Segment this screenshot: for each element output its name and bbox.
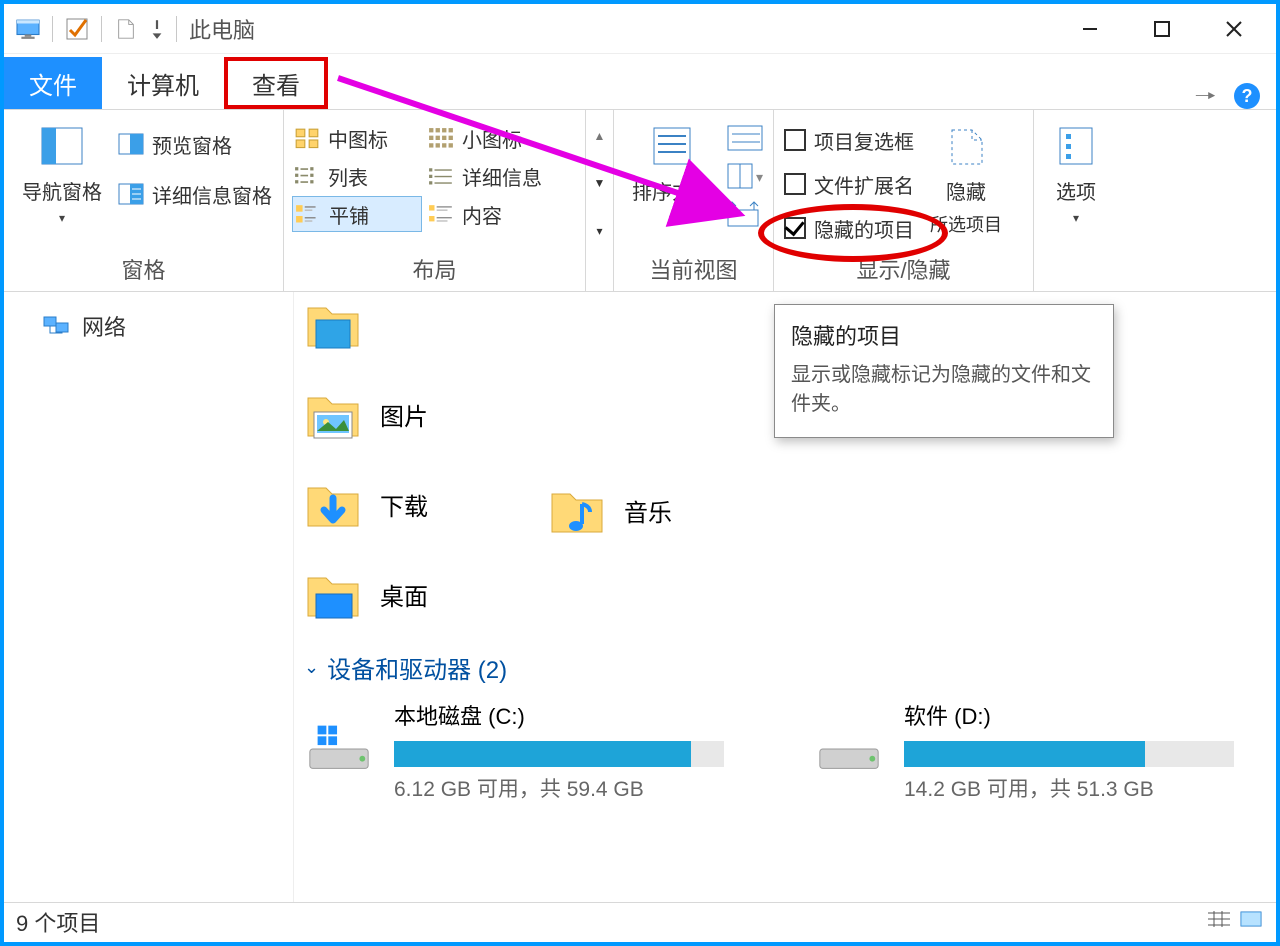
file-extensions-toggle[interactable]: 文件扩展名 (782, 166, 916, 202)
drive-details: 14.2 GB 可用，共 51.3 GB (904, 773, 1234, 803)
pin-ribbon-icon[interactable] (1194, 87, 1216, 105)
preview-pane-label: 预览窗格 (152, 130, 232, 159)
layout-tiles[interactable]: 平铺 (292, 196, 422, 232)
minimize-button[interactable] (1054, 8, 1126, 50)
svg-text:▾: ▾ (756, 169, 763, 185)
folder-item-desktop[interactable]: 桌面 (304, 566, 428, 622)
sort-by-button[interactable]: 排序方式 ▾ (622, 118, 722, 229)
folder-item-pictures[interactable]: 图片 (304, 386, 428, 442)
drive-item-c[interactable]: 本地磁盘 (C:) 6.12 GB 可用，共 59.4 GB (304, 699, 724, 803)
layout-scroll-more-icon[interactable]: ▾ (596, 224, 602, 238)
tab-file[interactable]: 文件 (4, 57, 102, 109)
qat-file-icon[interactable] (112, 18, 140, 40)
maximize-button[interactable] (1126, 8, 1198, 50)
drive-name: 本地磁盘 (C:) (394, 699, 724, 731)
chevron-down-icon: ▾ (669, 211, 675, 225)
preview-pane-button[interactable]: 预览窗格 (116, 126, 234, 162)
add-columns-icon[interactable]: ▾ (726, 162, 764, 190)
status-bar: 9 个项目 (4, 902, 1276, 940)
size-columns-icon[interactable] (726, 200, 764, 228)
hide-selected-button[interactable]: 隐藏 所选项目 (920, 118, 1012, 247)
tooltip-title: 隐藏的项目 (791, 319, 1097, 351)
nav-pane-label: 导航窗格 (22, 176, 102, 205)
help-button[interactable]: ? (1234, 83, 1260, 109)
group-layout-label: 布局 (292, 247, 577, 287)
folder-item-music[interactable]: 音乐 (548, 482, 672, 538)
drive-usage-bar (904, 741, 1234, 767)
layout-medium-icons[interactable]: 中图标 (292, 120, 422, 156)
tab-view[interactable]: 查看 (224, 57, 328, 109)
qat-checkbox-icon[interactable] (63, 18, 91, 40)
options-button[interactable]: 选项 ▾ (1042, 118, 1110, 253)
view-large-icons-icon[interactable] (1238, 909, 1264, 935)
qat-dropdown-icon[interactable] (148, 18, 166, 40)
sidebar-item-label: 网络 (82, 310, 126, 342)
folder-item-downloads[interactable]: 下载 (304, 476, 428, 532)
layout-scroll-up-icon[interactable]: ▲ (594, 129, 606, 143)
title-bar: 此电脑 (4, 4, 1276, 54)
tab-computer[interactable]: 计算机 (102, 57, 224, 109)
network-icon (42, 315, 70, 337)
sort-by-label: 排序方式 (632, 176, 712, 205)
nav-pane-button[interactable]: 导航窗格 ▾ (12, 118, 112, 247)
details-pane-label: 详细信息窗格 (152, 180, 272, 209)
status-item-count: 9 个项目 (16, 906, 100, 938)
tooltip-body: 显示或隐藏标记为隐藏的文件和文件夹。 (791, 361, 1097, 419)
layout-scroll-down-icon[interactable]: ▼ (594, 176, 606, 190)
tooltip: 隐藏的项目 显示或隐藏标记为隐藏的文件和文件夹。 (774, 304, 1114, 438)
chevron-down-icon: ▾ (1073, 211, 1079, 225)
group-header-devices[interactable]: ⌄ 设备和驱动器 (2) (304, 650, 1266, 685)
sidebar-item-network[interactable]: 网络 (8, 304, 289, 348)
item-checkboxes-toggle[interactable]: 项目复选框 (782, 122, 916, 158)
details-pane-button[interactable]: 详细信息窗格 (116, 176, 274, 212)
chevron-down-icon: ⌄ (304, 657, 319, 678)
drive-icon (304, 719, 374, 777)
group-panes-label: 窗格 (12, 247, 275, 287)
layout-small-icons[interactable]: 小图标 (426, 120, 566, 156)
drive-usage-bar (394, 741, 724, 767)
close-button[interactable] (1198, 8, 1270, 50)
drive-icon (814, 719, 884, 777)
group-current-view-label: 当前视图 (622, 247, 765, 287)
layout-list[interactable]: 列表 (292, 158, 422, 194)
window-title: 此电脑 (189, 13, 255, 45)
navigation-sidebar: 网络 (4, 292, 294, 902)
group-by-icon[interactable] (726, 124, 764, 152)
hidden-items-toggle[interactable]: 隐藏的项目 (782, 210, 916, 246)
drive-details: 6.12 GB 可用，共 59.4 GB (394, 773, 724, 803)
layout-content[interactable]: 内容 (426, 196, 566, 232)
group-show-hide-label: 显示/隐藏 (782, 247, 1025, 287)
ribbon-tabs: 文件 计算机 查看 ? (4, 54, 1276, 110)
ribbon: 导航窗格 ▾ 预览窗格 详细信息窗格 窗格 中图标 小图标 (4, 110, 1276, 292)
drive-item-d[interactable]: 软件 (D:) 14.2 GB 可用，共 51.3 GB (814, 699, 1234, 803)
folder-item-unnamed[interactable] (304, 296, 428, 352)
layout-details[interactable]: 详细信息 (426, 158, 566, 194)
chevron-down-icon: ▾ (59, 211, 65, 225)
system-icon[interactable] (14, 18, 42, 40)
drive-name: 软件 (D:) (904, 699, 1234, 731)
view-details-icon[interactable] (1206, 909, 1232, 935)
